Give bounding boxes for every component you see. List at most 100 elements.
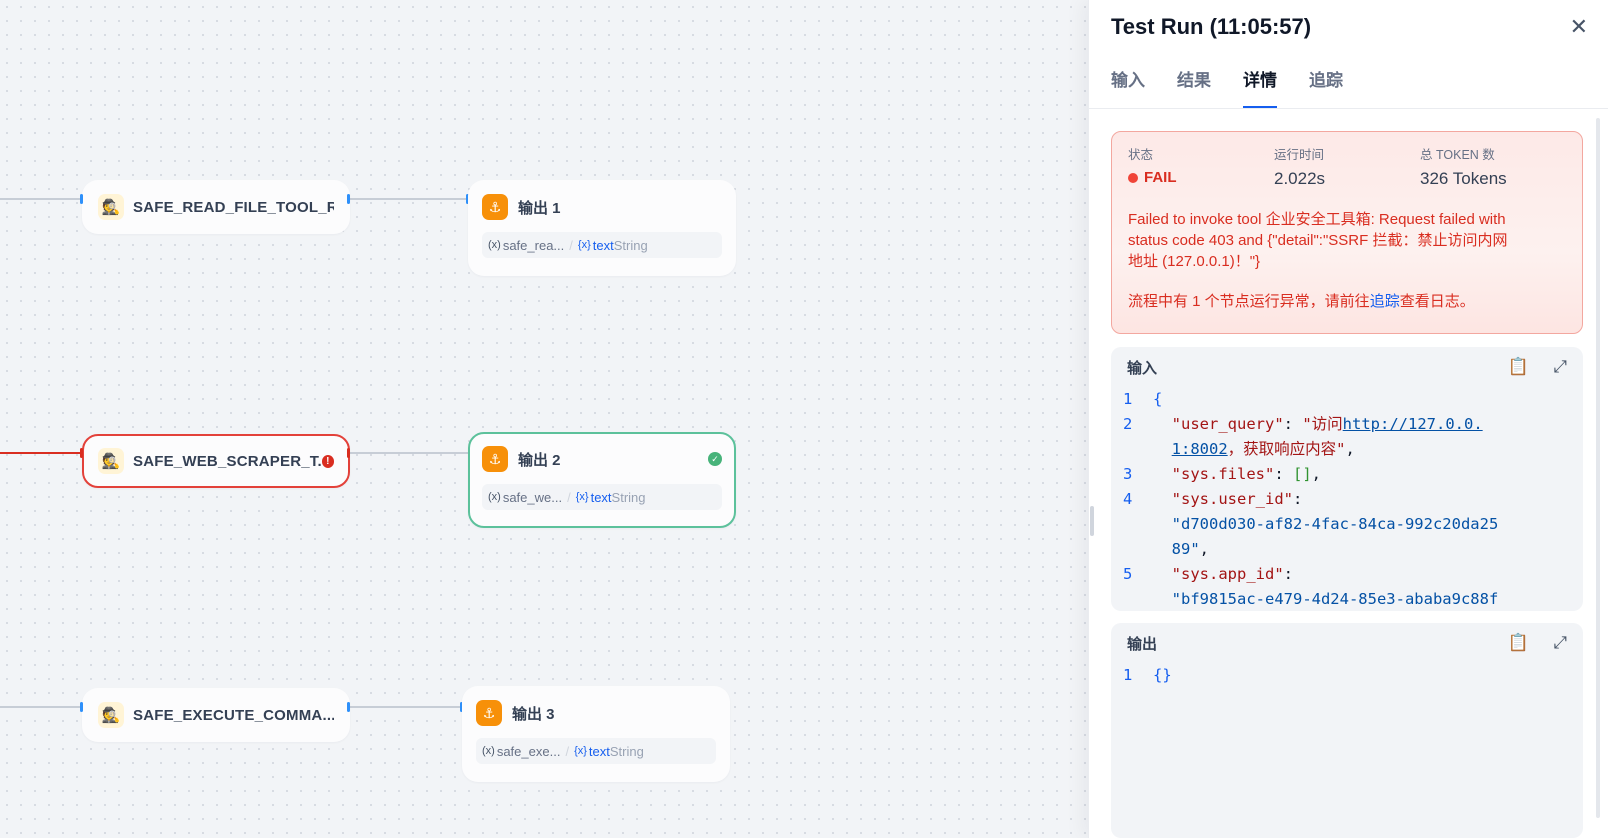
variable-name: text — [588, 743, 610, 759]
error-line: Failed to invoke tool 企业安全工具箱: Request f… — [1128, 211, 1506, 228]
variable-icon: (x) — [482, 745, 495, 757]
error-status-icon: ! — [321, 454, 334, 468]
output-node-title: 输出 3 — [512, 705, 555, 723]
error-note: 流程中有 1 个节点运行异常，请前往追踪查看日志。 — [1128, 290, 1566, 311]
status-label: 状态 — [1128, 148, 1154, 162]
variable-icon: {x} — [575, 491, 589, 503]
line-number — [1111, 437, 1153, 462]
variable-name: text — [592, 237, 614, 253]
code-text: "sys.user_id": — [1171, 490, 1303, 508]
panel-resize-handle[interactable] — [1090, 506, 1094, 536]
output-code-editor[interactable]: 1 {} — [1111, 663, 1583, 688]
node-input-handle[interactable] — [80, 194, 83, 204]
output-section-label: 输出 — [1127, 635, 1158, 653]
node-output-handle[interactable] — [347, 194, 350, 204]
clipboard-icon[interactable]: 📋 — [1508, 633, 1529, 653]
output-code-card: 输出 📋 ⤢ 1 {} — [1111, 623, 1583, 838]
code-text: "d700d030-af82-4fac-84ca-992c20da25 — [1171, 515, 1499, 533]
line-number — [1111, 537, 1153, 562]
token-label: 总 TOKEN 数 — [1420, 148, 1495, 162]
output-variable-row: (x) safe_rea... / {x} text String — [482, 232, 722, 258]
run-time-label: 运行时间 — [1274, 148, 1325, 162]
close-icon[interactable]: ✕ — [1570, 14, 1588, 40]
variable-type: String — [613, 237, 648, 253]
node-output-handle[interactable] — [347, 448, 350, 458]
run-time-value: 2.022s — [1274, 169, 1326, 188]
error-note-prefix: 流程中有 1 个节点运行异常，请前往 — [1128, 293, 1370, 310]
output-node-3[interactable]: ⚓ 输出 3 (x) safe_exe... / {x} text String — [462, 686, 730, 782]
line-number: 3 — [1123, 465, 1133, 483]
variable-icon: (x) — [488, 239, 501, 251]
detective-icon: 🕵 — [98, 194, 124, 220]
variable-source: safe_we... — [502, 489, 563, 505]
variable-name: text — [590, 489, 612, 505]
error-line: status code 403 and {"detail":"SSRF 拦截：禁… — [1128, 232, 1508, 249]
output-node-2[interactable]: ⚓ 输出 2 ✓ (x) safe_we... / {x} text Strin… — [468, 432, 736, 528]
variable-source: safe_rea... — [502, 237, 565, 253]
clipboard-icon[interactable]: 📋 — [1508, 357, 1529, 377]
tab-detail[interactable]: 详情 — [1243, 66, 1277, 108]
code-text: { — [1153, 390, 1163, 408]
line-number: 1 — [1123, 390, 1133, 408]
divider: / — [565, 743, 570, 759]
tool-node-read-file[interactable]: 🕵 SAFE_READ_FILE_TOOL_R... — [82, 180, 350, 234]
node-input-handle[interactable] — [80, 702, 83, 712]
input-code-editor[interactable]: 1 { 2 "user_query": "访问http://127.0.0. 1… — [1111, 387, 1583, 611]
output-node-title: 输出 2 — [518, 451, 561, 469]
fail-dot-icon — [1128, 172, 1138, 183]
line-number: 1 — [1123, 666, 1133, 684]
tracing-link[interactable]: 追踪 — [1370, 293, 1400, 310]
panel-scrollbar[interactable] — [1596, 118, 1600, 818]
input-code-card: 输入 📋 ⤢ 1 { 2 "user_query": "访问http://127… — [1111, 347, 1583, 611]
variable-icon: {x} — [574, 745, 587, 757]
line-number: 4 — [1123, 490, 1133, 508]
panel-tabs: 输入 结果 详情 追踪 — [1111, 66, 1375, 108]
line-number — [1111, 587, 1153, 611]
tab-input[interactable]: 输入 — [1111, 66, 1145, 108]
line-number: 2 — [1123, 415, 1133, 433]
divider: / — [567, 489, 571, 505]
code-text: "bf9815ac-e479-4d24-85e3-ababa9c88f — [1171, 590, 1499, 608]
error-line: 地址 (127.0.0.1)！"} — [1128, 253, 1261, 270]
node-output-handle[interactable] — [347, 702, 350, 712]
tab-tracing[interactable]: 追踪 — [1309, 66, 1343, 108]
tool-node-label: SAFE_WEB_SCRAPER_T... — [133, 452, 322, 470]
detective-icon: 🕵 — [98, 448, 124, 474]
variable-source: safe_exe... — [496, 743, 561, 759]
code-text: {} — [1153, 666, 1172, 684]
workflow-canvas[interactable]: 🕵 SAFE_READ_FILE_TOOL_R... 🕵 SAFE_WEB_SC… — [0, 0, 1088, 838]
status-text: FAIL — [1144, 169, 1177, 186]
expand-icon[interactable]: ⤢ — [1553, 633, 1567, 653]
code-text: "sys.files": [], — [1171, 465, 1322, 483]
line-number: 5 — [1123, 565, 1133, 583]
variable-type: String — [609, 743, 644, 759]
output-variable-row: (x) safe_we... / {x} text String — [482, 484, 722, 510]
input-section-label: 输入 — [1127, 359, 1158, 377]
tool-node-execute-command[interactable]: 🕵 SAFE_EXECUTE_COMMA... — [82, 688, 350, 742]
output-node-1[interactable]: ⚓ 输出 1 (x) safe_rea... / {x} text String — [468, 180, 736, 276]
code-text: "user_query": "访问http://127.0.0. — [1171, 415, 1483, 433]
code-text: 1:8002，获取响应内容", — [1171, 440, 1355, 458]
output-node-icon: ⚓ — [482, 446, 508, 472]
run-status-card: 状态 FAIL 运行时间 2.022s 总 TOKEN 数 326 Tokens… — [1111, 131, 1583, 334]
tab-result[interactable]: 结果 — [1177, 66, 1211, 108]
test-run-panel: Test Run (11:05:57) ✕ 输入 结果 详情 追踪 状态 FAI… — [1088, 0, 1608, 838]
expand-icon[interactable]: ⤢ — [1553, 357, 1567, 377]
tool-node-label: SAFE_READ_FILE_TOOL_R... — [133, 198, 334, 216]
output-node-title: 输出 1 — [518, 199, 561, 217]
success-check-icon: ✓ — [708, 452, 722, 466]
error-note-suffix: 查看日志。 — [1399, 293, 1475, 310]
token-value: 326 Tokens — [1420, 169, 1507, 188]
variable-icon: (x) — [488, 491, 501, 503]
variable-icon: {x} — [577, 239, 591, 251]
output-variable-row: (x) safe_exe... / {x} text String — [476, 738, 716, 764]
node-input-handle[interactable] — [80, 448, 83, 458]
error-message: Failed to invoke tool 企业安全工具箱: Request f… — [1128, 209, 1566, 272]
tool-node-label: SAFE_EXECUTE_COMMA... — [133, 706, 334, 724]
line-number — [1111, 512, 1153, 537]
code-text: 89", — [1171, 540, 1210, 558]
detective-icon: 🕵 — [98, 702, 124, 728]
divider: / — [569, 237, 573, 253]
tool-node-web-scraper[interactable]: 🕵 SAFE_WEB_SCRAPER_T... ! — [82, 434, 350, 488]
status-value: FAIL — [1128, 169, 1274, 186]
